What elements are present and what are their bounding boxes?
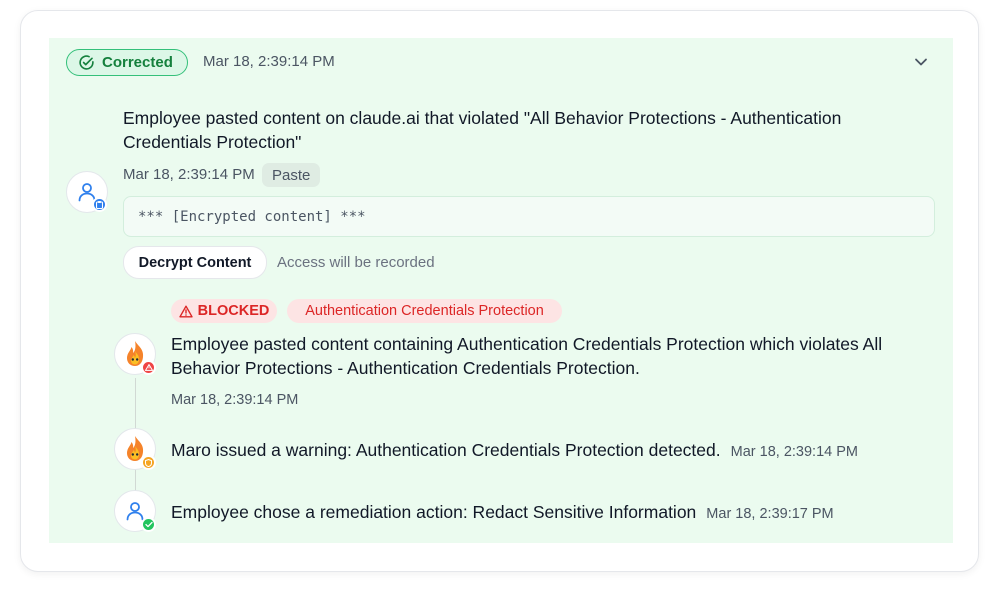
- status-timestamp: Mar 18, 2:39:14 PM: [203, 53, 335, 70]
- encrypted-content-box: *** [Encrypted content] ***: [123, 196, 935, 237]
- check-circle-icon: [79, 55, 94, 70]
- incident-headline: Employee pasted content on claude.ai tha…: [123, 108, 842, 152]
- policy-tag: Authentication Credentials Protection: [287, 299, 562, 323]
- shield-badge-icon: [141, 455, 156, 470]
- event-type-tag: Paste: [262, 163, 321, 187]
- status-badge: Corrected: [66, 49, 188, 76]
- event-message: Employee chose a remediation action: Red…: [171, 502, 697, 522]
- event-text: Employee pasted content containing Authe…: [171, 334, 883, 378]
- clipboard-badge-icon: [92, 197, 107, 212]
- event-timestamp: Mar 18, 2:39:14 PM: [730, 444, 858, 460]
- warning-triangle-icon: [178, 305, 193, 317]
- event-text: Employee chose a remediation action: Red…: [171, 500, 834, 526]
- event-text: Maro issued a warning: Authentication Cr…: [171, 438, 858, 464]
- warning-badge-icon: [141, 360, 156, 375]
- access-note: Access will be recorded: [277, 254, 435, 271]
- check-badge-icon: [141, 517, 156, 532]
- chevron-down-icon[interactable]: [912, 54, 930, 70]
- event-timestamp: Mar 18, 2:39:17 PM: [706, 506, 834, 522]
- status-label: Corrected: [102, 54, 173, 71]
- blocked-label: BLOCKED: [197, 303, 270, 319]
- blocked-tag: BLOCKED: [171, 299, 277, 323]
- decrypt-content-button[interactable]: Decrypt Content: [123, 246, 267, 279]
- event-message: Maro issued a warning: Authentication Cr…: [171, 440, 721, 460]
- event-timestamp: Mar 18, 2:39:14 PM: [171, 392, 299, 408]
- incident-timestamp: Mar 18, 2:39:14 PM: [123, 166, 255, 183]
